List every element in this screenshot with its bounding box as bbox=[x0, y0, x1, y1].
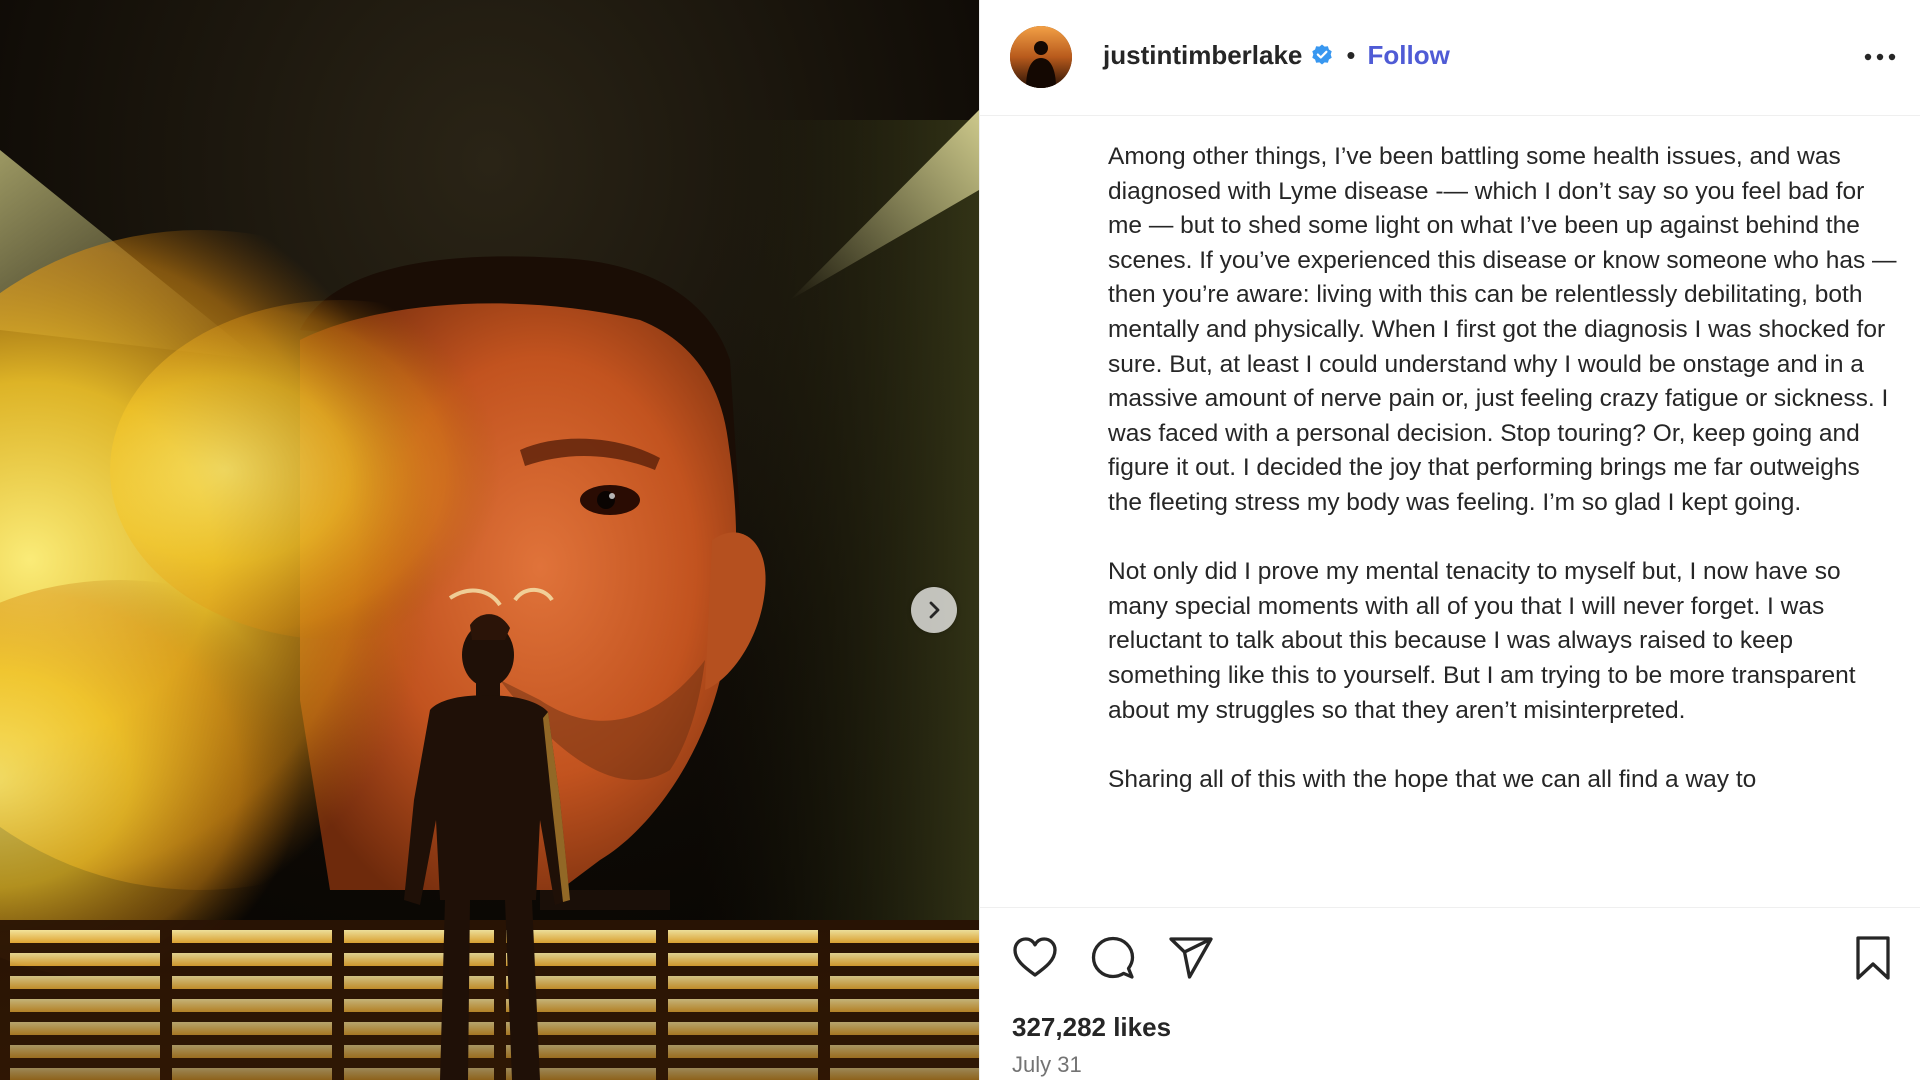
comment-icon[interactable] bbox=[1088, 933, 1138, 983]
instagram-post: justintimberlake • Follow Among other th… bbox=[0, 0, 1920, 1080]
avatar-image bbox=[1010, 26, 1072, 88]
username[interactable]: justintimberlake bbox=[1103, 40, 1302, 71]
bookmark-icon[interactable] bbox=[1848, 933, 1898, 983]
share-icon[interactable] bbox=[1166, 933, 1216, 983]
more-horizontal-icon[interactable] bbox=[1862, 42, 1898, 72]
caption-paragraph: Among other things, I’ve been battling s… bbox=[1108, 143, 1897, 516]
action-bar bbox=[1010, 933, 1898, 983]
post-header: justintimberlake • Follow bbox=[980, 0, 1920, 116]
verified-badge-icon bbox=[1312, 44, 1333, 65]
stage-light-bars bbox=[0, 920, 979, 1080]
follow-button[interactable]: Follow bbox=[1368, 40, 1450, 71]
separator-dot: • bbox=[1346, 39, 1356, 70]
post-caption: Among other things, I’ve been battling s… bbox=[1108, 140, 1898, 900]
concert-photo bbox=[0, 0, 979, 1080]
divider bbox=[980, 907, 1920, 908]
caption-paragraph: Sharing all of this with the hope that w… bbox=[1108, 765, 1757, 793]
username-row: justintimberlake • Follow bbox=[1103, 37, 1450, 73]
likes-count[interactable]: 327,282 likes bbox=[1012, 1012, 1171, 1043]
avatar[interactable] bbox=[1010, 26, 1072, 88]
chevron-right-icon bbox=[929, 601, 940, 619]
caption-paragraph: Not only did I prove my mental tenacity … bbox=[1108, 558, 1856, 724]
post-media[interactable] bbox=[0, 0, 979, 1080]
next-slide-button[interactable] bbox=[911, 587, 957, 633]
heart-icon[interactable] bbox=[1010, 933, 1060, 983]
post-details-panel: justintimberlake • Follow Among other th… bbox=[979, 0, 1920, 1080]
post-date[interactable]: July 31 bbox=[1012, 1052, 1082, 1078]
